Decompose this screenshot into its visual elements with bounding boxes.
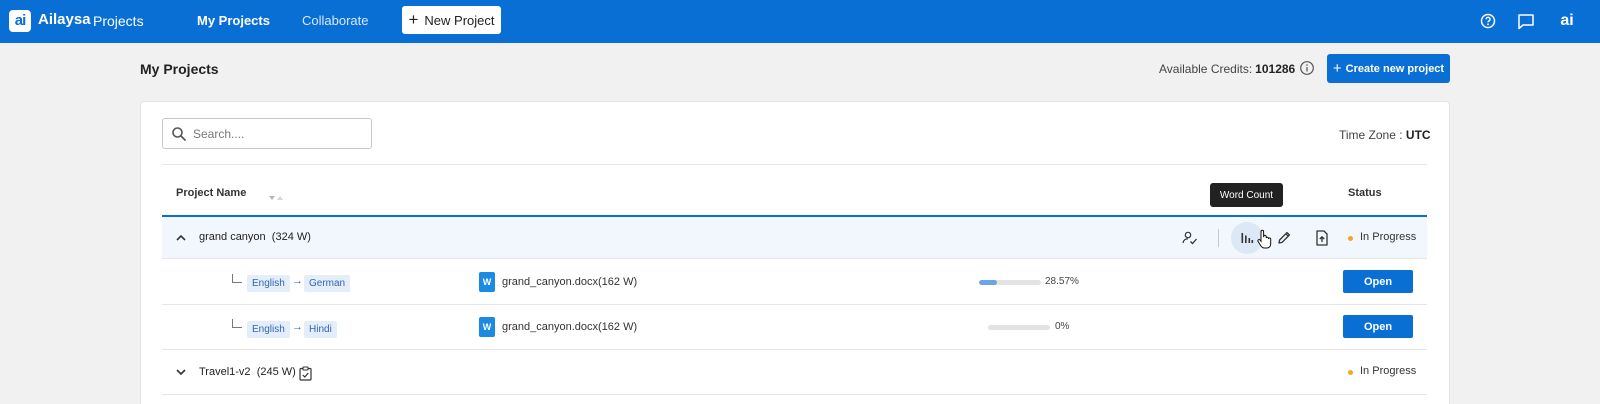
project-row-travel1-v2[interactable]: Travel1-v2 (245 W) In Progress — [162, 350, 1427, 395]
new-project-button[interactable]: + New Project — [402, 6, 501, 34]
chevron-up-icon[interactable] — [174, 231, 188, 245]
credits-label: Available Credits: — [1159, 62, 1253, 76]
file-upload-icon[interactable] — [1313, 229, 1331, 247]
progress-bar — [979, 280, 1041, 285]
tree-connector — [232, 319, 242, 328]
create-new-project-button[interactable]: + Create new project — [1327, 54, 1450, 83]
file-name[interactable]: grand_canyon.docx(162 W) — [502, 321, 637, 333]
project-name-text: Travel1-v2 — [199, 366, 251, 378]
timezone-value: UTC — [1405, 128, 1431, 142]
progress-fill — [979, 280, 997, 285]
project-name-text: grand canyon — [199, 231, 266, 243]
tree-connector — [232, 274, 242, 283]
project-name[interactable]: grand canyon (324 W) — [199, 231, 311, 243]
arrow-right-icon: → — [292, 275, 303, 287]
progress-percent: 28.57% — [1045, 276, 1079, 287]
progress-bar — [988, 325, 1050, 330]
action-separator — [1218, 229, 1219, 247]
search-icon — [171, 126, 187, 142]
column-header-status: Status — [1348, 187, 1382, 199]
nav-my-projects[interactable]: My Projects — [197, 13, 270, 28]
project-word-count: (245 W) — [256, 366, 296, 378]
task-row: English → German W grand_canyon.docx(162… — [162, 260, 1427, 305]
project-row-grand-canyon[interactable]: grand canyon (324 W) In Progress — [162, 217, 1427, 259]
timezone: Time Zone : UTC — [1339, 128, 1431, 142]
column-header-project-name[interactable]: Project Name — [176, 187, 246, 199]
file-name[interactable]: grand_canyon.docx(162 W) — [502, 276, 637, 288]
available-credits: Available Credits: 101286 — [1159, 62, 1295, 76]
word-count-tooltip: Word Count — [1210, 183, 1283, 207]
create-new-project-label: Create new project — [1345, 62, 1445, 75]
project-word-count: (324 W) — [271, 231, 311, 243]
search-box[interactable] — [162, 118, 372, 149]
chevron-down-icon[interactable] — [174, 365, 188, 379]
open-button[interactable]: Open — [1343, 270, 1413, 293]
status-dot — [1348, 236, 1353, 241]
help-icon[interactable] — [1477, 10, 1499, 32]
source-language-chip: English — [247, 321, 290, 338]
status-dot — [1348, 370, 1353, 375]
clipboard-check-icon[interactable] — [296, 364, 314, 382]
nav-collaborate[interactable]: Collaborate — [302, 13, 369, 28]
brand-name[interactable]: Ailaysa — [38, 11, 91, 28]
ailaysa-logo-icon[interactable]: ai — [9, 10, 31, 32]
assign-user-icon[interactable] — [1181, 229, 1199, 247]
plus-icon: + — [408, 9, 419, 29]
page-title: My Projects — [140, 61, 219, 77]
info-icon[interactable] — [1299, 60, 1315, 76]
word-count-icon[interactable] — [1238, 229, 1256, 247]
user-avatar[interactable]: ai — [1556, 10, 1578, 32]
open-button[interactable]: Open — [1343, 315, 1413, 338]
edit-pencil-icon[interactable] — [1275, 229, 1293, 247]
timezone-label: Time Zone : — [1339, 128, 1403, 142]
plus-icon: + — [1332, 59, 1342, 77]
chat-icon[interactable] — [1515, 10, 1537, 32]
task-row: English → Hindi W grand_canyon.docx(162 … — [162, 305, 1427, 350]
source-language-chip: English — [247, 275, 290, 292]
divider — [162, 164, 1427, 165]
word-document-icon: W — [479, 317, 495, 337]
sort-icon[interactable] — [268, 189, 284, 200]
search-input[interactable] — [193, 119, 368, 148]
arrow-right-icon: → — [292, 321, 303, 333]
progress-percent: 0% — [1055, 321, 1070, 332]
credits-value: 101286 — [1255, 62, 1296, 76]
target-language-chip: Hindi — [304, 321, 337, 338]
project-name[interactable]: Travel1-v2 (245 W) — [199, 366, 296, 378]
brand-subtitle: Projects — [93, 13, 144, 29]
new-project-label: New Project — [424, 12, 495, 28]
target-language-chip: German — [304, 275, 351, 292]
status-text: In Progress — [1360, 231, 1417, 243]
hand-cursor-icon — [1256, 229, 1272, 249]
top-navbar: ai Ailaysa Projects My Projects Collabor… — [0, 0, 1600, 43]
status-text: In Progress — [1360, 365, 1417, 377]
word-document-icon: W — [479, 272, 495, 292]
